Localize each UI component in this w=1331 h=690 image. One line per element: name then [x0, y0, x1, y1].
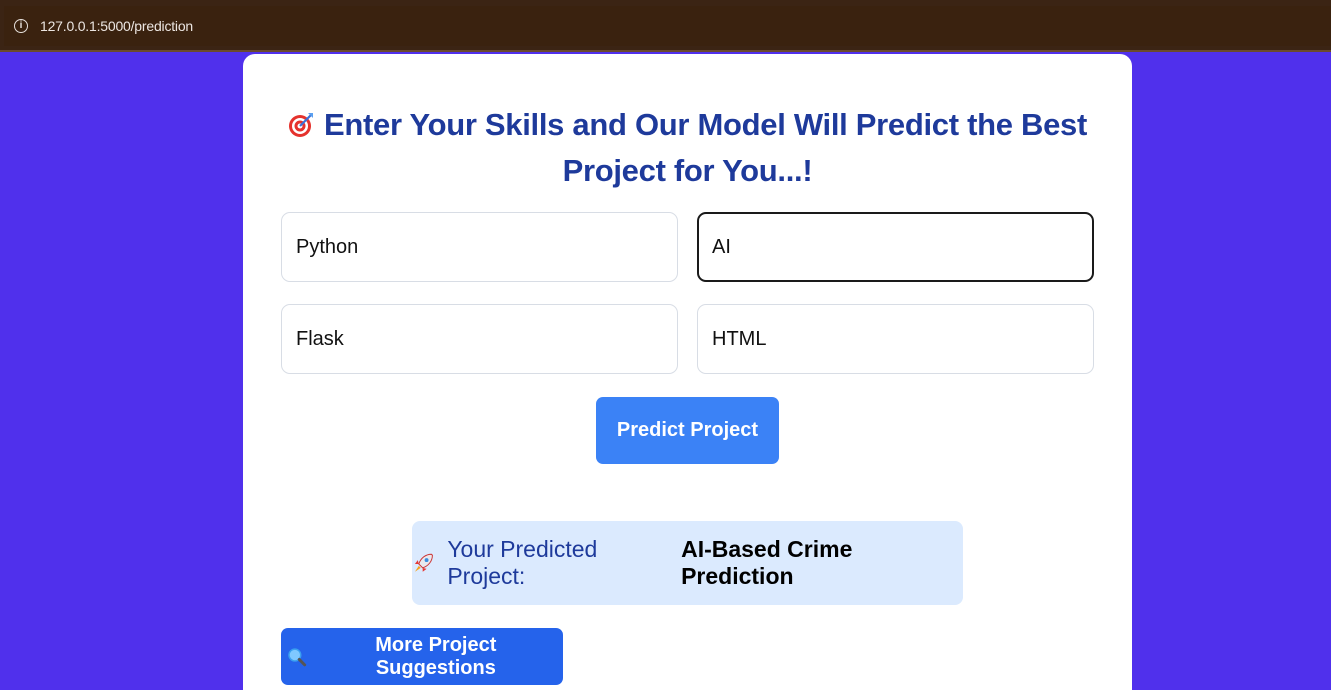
result-label: Your Predicted Project:	[447, 536, 598, 589]
predict-project-button[interactable]: Predict Project	[596, 397, 779, 464]
magnifier-icon	[288, 647, 307, 666]
address-bar[interactable]: i 127.0.0.1:5000/prediction	[4, 6, 1331, 46]
skill-input-4[interactable]	[697, 304, 1094, 374]
predicted-project-name: AI-Based Crime Prediction	[681, 536, 853, 589]
url-text[interactable]: 127.0.0.1:5000/prediction	[40, 18, 193, 34]
skill-input-3[interactable]	[281, 304, 678, 374]
prediction-card: Enter Your Skills and Our Model Will Pre…	[243, 54, 1132, 690]
target-icon	[289, 113, 313, 137]
more-suggestions-label: More Project Suggestions	[375, 633, 497, 679]
rocket-icon	[414, 553, 433, 572]
browser-toolbar: i 127.0.0.1:5000/prediction	[0, 0, 1331, 52]
site-info-icon[interactable]: i	[14, 19, 28, 33]
page-title: Enter Your Skills and Our Model Will Pre…	[243, 102, 1132, 194]
more-suggestions-button[interactable]: More Project Suggestions	[281, 628, 563, 685]
prediction-result: Your Predicted Project: AI-Based Crime P…	[412, 521, 963, 605]
skill-input-1[interactable]	[281, 212, 678, 282]
title-text: Enter Your Skills and Our Model Will Pre…	[324, 107, 1087, 188]
skill-input-2[interactable]	[697, 212, 1094, 282]
